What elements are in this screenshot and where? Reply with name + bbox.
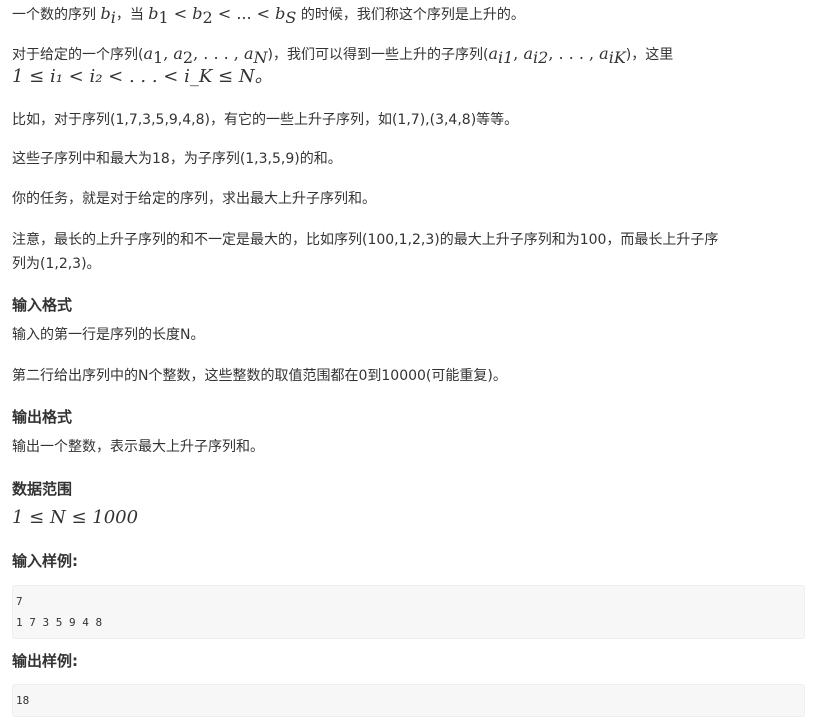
- input-format-line1: 输入的第一行是序列的长度N。: [12, 327, 205, 343]
- output-format-heading: 输出格式: [12, 408, 73, 426]
- math-b2: b: [192, 4, 203, 23]
- math-b1: b: [148, 4, 159, 23]
- input-format-heading: 输入格式: [12, 296, 73, 314]
- math-aiK: a: [599, 44, 609, 63]
- math-bS: b: [275, 4, 286, 23]
- math-ai2: a: [523, 44, 534, 63]
- given-text-c: )，这里: [625, 47, 674, 63]
- sample-output-line1: 18: [16, 694, 30, 707]
- sample-input-block[interactable]: 7 1 7 3 5 9 4 8: [12, 585, 805, 639]
- math-sub-aiK: iK: [608, 47, 626, 67]
- note-paragraph-line1: 注意，最长的上升子序列的和不一定是最大的，比如序列(100,1,2,3)的最大上…: [12, 232, 719, 248]
- intro-paragraph: 一个数的序列 bi，当 b1 < b2 < ... < bS 的时候，我们称这个…: [12, 3, 525, 29]
- given-text-a: 对于给定的一个序列(: [12, 47, 144, 63]
- note-paragraph-line2: 列为(1,2,3)。: [12, 256, 101, 272]
- math-ellipsis-1: , . . . ,: [193, 44, 244, 63]
- sample-input-line2: 1 7 3 5 9 4 8: [16, 616, 103, 629]
- math-comma-2: ,: [513, 44, 524, 63]
- example-paragraph: 比如，对于序列(1,7,3,5,9,4,8)，有它的一些上升子序列，如(1,7)…: [12, 112, 519, 128]
- given-paragraph-line1: 对于给定的一个序列(a1, a2, . . . , aN)，我们可以得到一些上升…: [12, 43, 673, 69]
- intro-text-d: 的时候，我们称这个序列是上升的。: [296, 7, 525, 23]
- sample-input-line1: 7: [16, 595, 23, 608]
- task-paragraph: 你的任务，就是对于给定的序列，求出最大上升子序列和。: [12, 191, 376, 207]
- math-ai1: a: [488, 44, 498, 63]
- math-a1: a: [143, 44, 154, 63]
- max-sum-paragraph: 这些子序列中和最大为18，为子序列(1,3,5,9)的和。: [12, 151, 342, 167]
- math-sub-S: S: [285, 7, 297, 27]
- intro-text-a: 一个数的序列: [12, 7, 101, 23]
- math-aN: a: [243, 44, 254, 63]
- math-a2: a: [173, 44, 183, 63]
- math-sub-ai1: i1: [498, 47, 514, 67]
- intro-text-c: ，当: [115, 7, 149, 23]
- data-range-heading: 数据范围: [12, 480, 73, 498]
- math-sub-2: 2: [202, 7, 213, 27]
- output-format-line1: 输出一个整数，表示最大上升子序列和。: [12, 439, 264, 455]
- input-format-line2: 第二行给出序列中的N个整数，这些整数的取值范围都在0到10000(可能重复)。: [12, 368, 507, 384]
- math-lt-1: <: [168, 4, 193, 23]
- math-sub-ai2: i2: [533, 47, 549, 67]
- given-paragraph-line2: 1 ≤ i₁ < i₂ < . . . < i_K ≤ N。: [12, 66, 273, 89]
- math-sub-aN: N: [253, 47, 268, 67]
- data-range-math: 1 ≤ N ≤ 1000: [12, 507, 138, 530]
- math-lt-2: < ... <: [212, 4, 276, 23]
- math-comma-1: ,: [163, 44, 174, 63]
- math-sub-a1: 1: [153, 47, 164, 67]
- sample-input-heading: 输入样例:: [12, 552, 78, 570]
- sample-output-heading: 输出样例:: [12, 652, 78, 670]
- math-sub-1: 1: [158, 7, 169, 27]
- given-text-b: )，我们可以得到一些上升的子序列(: [267, 47, 489, 63]
- math-b: b: [100, 4, 111, 23]
- math-index-chain: 1 ≤ i₁ < i₂ < . . . < i_K ≤ N。: [12, 66, 273, 87]
- sample-output-block[interactable]: 18: [12, 684, 805, 717]
- math-ellipsis-2: , . . . ,: [548, 44, 600, 63]
- math-sub-a2: 2: [182, 47, 194, 67]
- range-expression: 1 ≤ N ≤ 1000: [12, 507, 139, 528]
